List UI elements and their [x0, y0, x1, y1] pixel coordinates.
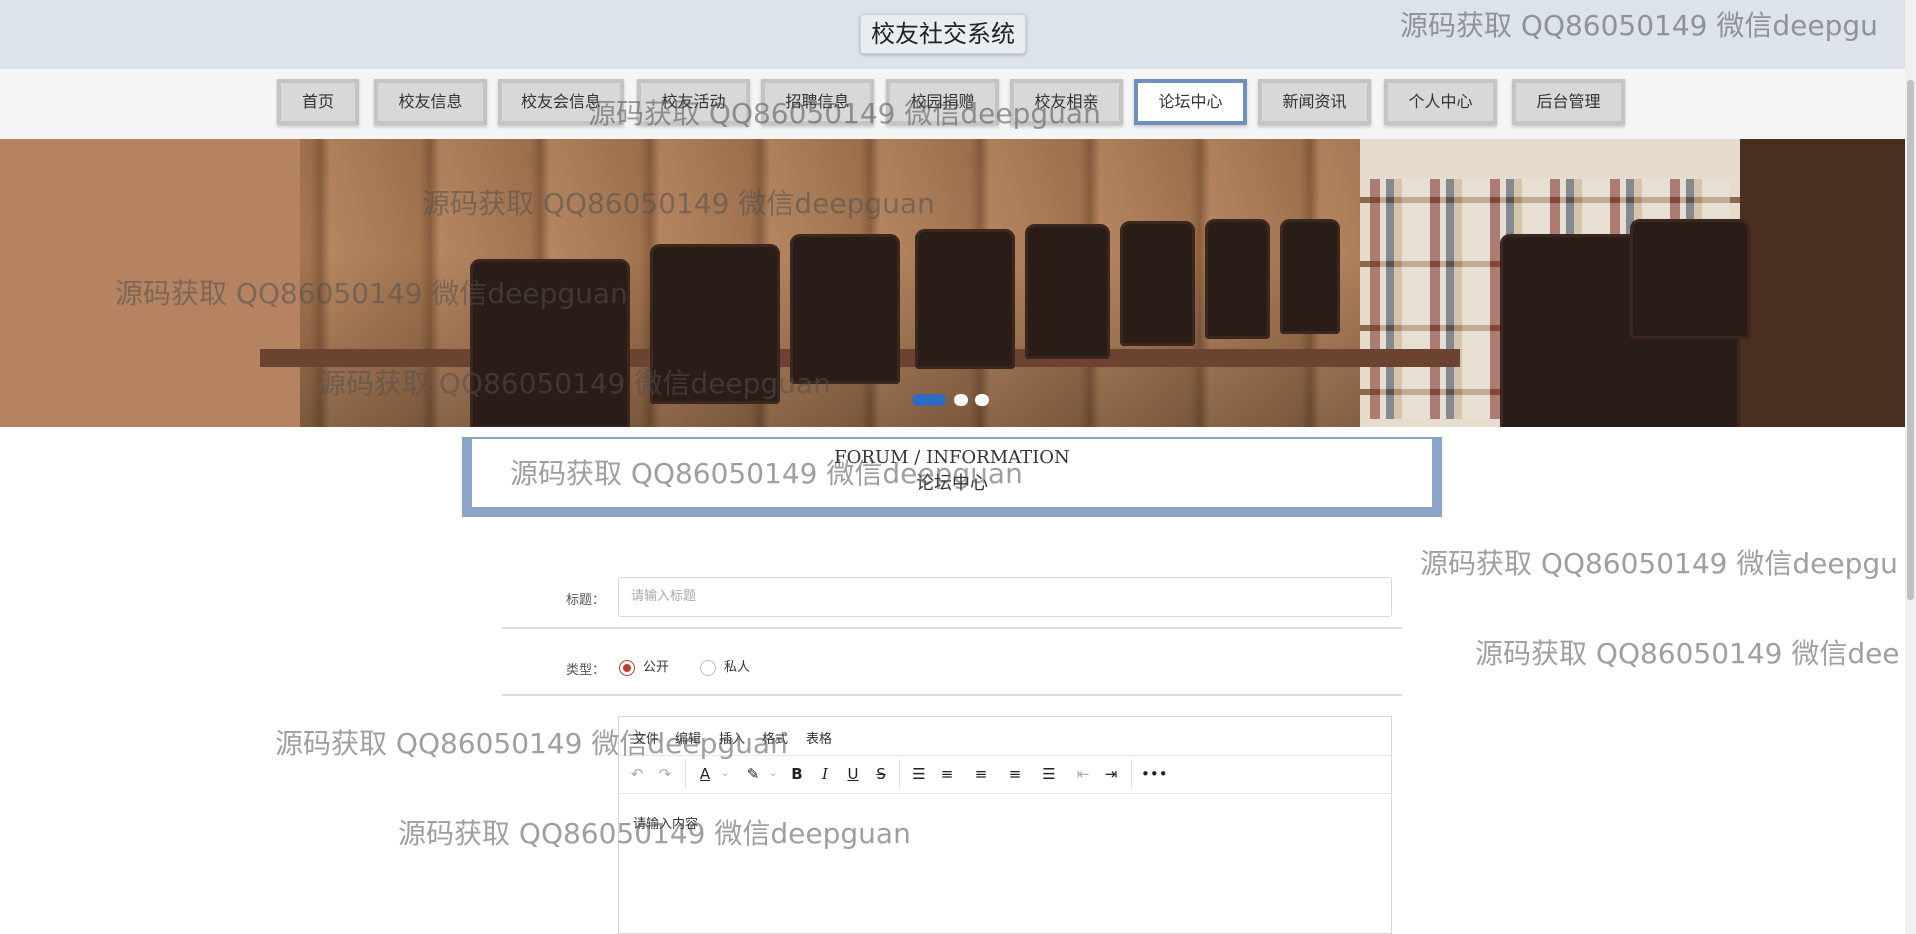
redo-icon[interactable]: ↷ [653, 763, 677, 785]
watermark: 源码获取 QQ86050149 微信dee [1475, 637, 1900, 670]
banner-chair [1630, 219, 1750, 339]
nav-item-dating[interactable]: 校友相亲 [1010, 79, 1123, 125]
toolbar-divider [899, 759, 900, 789]
banner-chair [1205, 219, 1270, 339]
line-height-icon[interactable]: ☰ [907, 763, 931, 785]
nav-item-recruitment[interactable]: 招聘信息 [761, 79, 874, 125]
nav-item-alumni-info[interactable]: 校友信息 [374, 79, 487, 125]
banner-chair [790, 234, 900, 384]
indent-icon[interactable]: ⇥ [1099, 763, 1123, 785]
radio-private[interactable]: 私人 [700, 658, 750, 678]
nav-item-forum[interactable]: 论坛中心 [1134, 79, 1247, 125]
scrollbar-thumb[interactable] [1907, 80, 1914, 600]
title-label: 标题： [565, 593, 605, 608]
radio-unchecked-icon [700, 659, 716, 676]
rich-text-editor[interactable]: 文件 编辑 插入 格式 表格 ↶ ↷ A ⌄ ✎ ⌄ B I U S ☰ ≡ ≡… [618, 716, 1392, 934]
toolbar-divider [1131, 759, 1132, 789]
carousel-dot-3[interactable] [975, 394, 989, 406]
toolbar-divider [685, 759, 686, 789]
main-nav: 首页 校友信息 校友会信息 校友活动 招聘信息 校园捐赠 校友相亲 论坛中心 新… [0, 69, 1905, 139]
radio-checked-icon [619, 659, 635, 676]
banner-chair [1025, 224, 1110, 359]
editor-menubar: 文件 编辑 插入 格式 表格 [619, 717, 1391, 756]
banner-chair [470, 259, 630, 427]
radio-public[interactable]: 公开 [619, 658, 669, 678]
banner-wall [0, 139, 300, 427]
nav-item-donation[interactable]: 校园捐赠 [886, 79, 999, 125]
radio-private-label: 私人 [724, 660, 751, 675]
menu-file[interactable]: 文件 [633, 728, 659, 747]
nav-item-news[interactable]: 新闻资讯 [1258, 79, 1371, 125]
italic-icon[interactable]: I [813, 763, 837, 785]
watermark: 源码获取 QQ86050149 微信deepgu [1420, 547, 1898, 580]
menu-insert[interactable]: 插入 [719, 728, 745, 747]
carousel-dot-1[interactable] [912, 394, 946, 406]
nav-item-alumni-activities[interactable]: 校友活动 [637, 79, 750, 125]
title-input[interactable]: 请输入标题 [618, 577, 1392, 617]
banner-chair [915, 229, 1015, 369]
align-left-icon[interactable]: ≡ [935, 763, 959, 785]
menu-table[interactable]: 表格 [806, 728, 832, 747]
section-title-cn: 论坛中心 [916, 473, 988, 494]
carousel-dot-2[interactable] [954, 394, 968, 406]
section-title-en: FORUM / INFORMATION [834, 447, 1070, 468]
nav-item-alumni-association[interactable]: 校友会信息 [498, 79, 624, 125]
type-label: 类型： [565, 663, 605, 678]
banner-chair [650, 244, 780, 404]
editor-toolbar: ↶ ↷ A ⌄ ✎ ⌄ B I U S ☰ ≡ ≡ ≡ ☰ ⇤ ⇥ ••• [619, 755, 1391, 794]
banner-chair [1280, 219, 1340, 334]
banner-wall-right [1740, 139, 1905, 427]
top-header: 校友社交系统 [0, 0, 1905, 69]
more-icon[interactable]: ••• [1141, 763, 1168, 785]
editor-content[interactable]: 请输入内容 [633, 813, 698, 832]
chevron-down-icon[interactable]: ⌄ [713, 763, 737, 785]
undo-icon[interactable]: ↶ [625, 763, 649, 785]
outdent-icon[interactable]: ⇤ [1071, 763, 1095, 785]
site-title: 校友社交系统 [860, 14, 1026, 54]
section-header: FORUM / INFORMATION 论坛中心 [462, 437, 1442, 517]
nav-item-home[interactable]: 首页 [277, 79, 359, 125]
banner-carousel[interactable] [0, 139, 1905, 427]
banner-chair [1120, 221, 1195, 346]
strikethrough-icon[interactable]: S [869, 763, 893, 785]
menu-edit[interactable]: 编辑 [675, 728, 701, 747]
underline-icon[interactable]: U [841, 763, 865, 785]
align-right-icon[interactable]: ≡ [1003, 763, 1027, 785]
bold-icon[interactable]: B [785, 763, 809, 785]
nav-item-admin[interactable]: 后台管理 [1512, 79, 1625, 125]
menu-format[interactable]: 格式 [762, 728, 788, 747]
align-justify-icon[interactable]: ☰ [1037, 763, 1061, 785]
align-center-icon[interactable]: ≡ [969, 763, 993, 785]
nav-item-personal-center[interactable]: 个人中心 [1384, 79, 1497, 125]
radio-public-label: 公开 [643, 660, 670, 675]
chevron-down-icon[interactable]: ⌄ [761, 763, 785, 785]
